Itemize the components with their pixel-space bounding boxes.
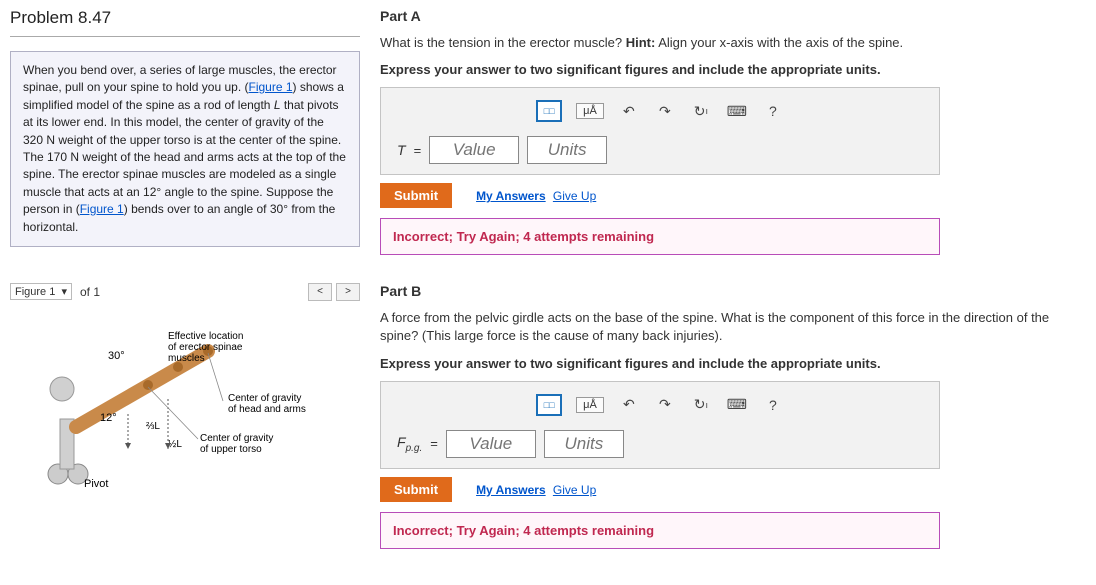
var-L: L — [274, 98, 281, 112]
part-b: Part B A force from the pelvic girdle ac… — [380, 283, 1086, 548]
part-b-question: A force from the pelvic girdle acts on t… — [380, 309, 1086, 345]
part-a-instruction: Express your answer to two significant f… — [380, 62, 1086, 77]
svg-text:12°: 12° — [100, 412, 117, 424]
part-b-instruction: Express your answer to two significant f… — [380, 356, 1086, 371]
svg-text:muscles: muscles — [168, 353, 205, 364]
part-a: Part A What is the tension in the erecto… — [380, 8, 1086, 255]
problem-title: Problem 8.47 — [10, 8, 360, 37]
figure-1-link[interactable]: Figure 1 — [80, 202, 124, 216]
help-icon[interactable]: ? — [762, 101, 784, 121]
svg-text:of erector spinae: of erector spinae — [168, 342, 243, 353]
svg-text:Center of gravity: Center of gravity — [200, 433, 273, 444]
svg-text:Pivot: Pivot — [84, 478, 108, 490]
answer-row: Fp.g. = — [387, 426, 933, 462]
part-b-answer-box: □□ μÅ ↶ ↷ ↻ı ⌨ ? Fp.g. = — [380, 381, 940, 469]
figure-diagram: 30° 12° Pivot Effective location of erec… — [18, 319, 358, 499]
figure-area: 30° 12° Pivot Effective location of erec… — [10, 311, 360, 501]
answer-row: T = — [387, 132, 933, 168]
value-input[interactable] — [446, 430, 536, 458]
svg-text:Effective location: Effective location — [168, 331, 243, 342]
svg-text:30°: 30° — [108, 350, 125, 362]
figure-bar: Figure 1 ▾ of 1 < > — [10, 283, 360, 301]
value-input[interactable] — [429, 136, 519, 164]
units-input[interactable] — [527, 136, 607, 164]
help-icon[interactable]: ? — [762, 395, 784, 415]
submit-row: Submit My Answers Give Up — [380, 477, 1086, 502]
part-a-feedback: Incorrect; Try Again; 4 attempts remaini… — [380, 218, 940, 255]
unit-N: N — [70, 150, 79, 164]
submit-row: Submit My Answers Give Up — [380, 183, 1086, 208]
figure-next-button[interactable]: > — [336, 283, 360, 301]
toolbar: □□ μÅ ↶ ↷ ↻ı ⌨ ? — [387, 94, 933, 132]
figure-1-link[interactable]: Figure 1 — [248, 80, 292, 94]
hint-label: Hint: — [626, 35, 656, 50]
undo-icon[interactable]: ↶ — [618, 395, 640, 415]
give-up-link[interactable]: Give Up — [553, 189, 596, 203]
part-a-header: Part A — [380, 8, 1086, 24]
part-b-header: Part B — [380, 283, 1086, 299]
symbols-button[interactable]: μÅ — [576, 103, 604, 119]
keyboard-icon[interactable]: ⌨ — [726, 395, 748, 415]
part-a-question: What is the tension in the erector muscl… — [380, 34, 1086, 52]
variable-T: T — [397, 142, 406, 158]
my-answers-link[interactable]: My Answers — [476, 189, 546, 203]
svg-text:of upper torso: of upper torso — [200, 444, 262, 455]
desc-text: ) bends over to an angle of 30 — [124, 202, 283, 216]
my-answers-link[interactable]: My Answers — [476, 483, 546, 497]
templates-icon[interactable]: □□ — [536, 100, 562, 122]
reset-icon[interactable]: ↻ı — [690, 101, 712, 121]
svg-text:⅔L: ⅔L — [146, 421, 160, 432]
redo-icon[interactable]: ↷ — [654, 395, 676, 415]
templates-icon[interactable]: □□ — [536, 394, 562, 416]
svg-text:Center of gravity: Center of gravity — [228, 393, 301, 404]
svg-text:of head and arms: of head and arms — [228, 404, 306, 415]
part-b-feedback: Incorrect; Try Again; 4 attempts remaini… — [380, 512, 940, 549]
submit-button[interactable]: Submit — [380, 183, 452, 208]
part-a-answer-box: □□ μÅ ↶ ↷ ↻ı ⌨ ? T = — [380, 87, 940, 175]
hint-text: Align your x-axis with the axis of the s… — [655, 35, 903, 50]
q-text: What is the tension in the erector muscl… — [380, 35, 626, 50]
reset-icon[interactable]: ↻ı — [690, 395, 712, 415]
equals: = — [430, 436, 438, 451]
figure-select[interactable]: Figure 1 ▾ — [10, 283, 72, 300]
figure-prev-button[interactable]: < — [308, 283, 332, 301]
submit-button[interactable]: Submit — [380, 477, 452, 502]
unit-N: N — [46, 133, 55, 147]
figure-count: of 1 — [80, 285, 100, 299]
symbols-button[interactable]: μÅ — [576, 397, 604, 413]
toolbar: □□ μÅ ↶ ↷ ↻ı ⌨ ? — [387, 388, 933, 426]
problem-description: When you bend over, a series of large mu… — [10, 51, 360, 247]
keyboard-icon[interactable]: ⌨ — [726, 101, 748, 121]
variable-F: Fp.g. — [397, 434, 422, 454]
units-input[interactable] — [544, 430, 624, 458]
equals: = — [414, 143, 422, 158]
give-up-link[interactable]: Give Up — [553, 483, 596, 497]
undo-icon[interactable]: ↶ — [618, 101, 640, 121]
redo-icon[interactable]: ↷ — [654, 101, 676, 121]
